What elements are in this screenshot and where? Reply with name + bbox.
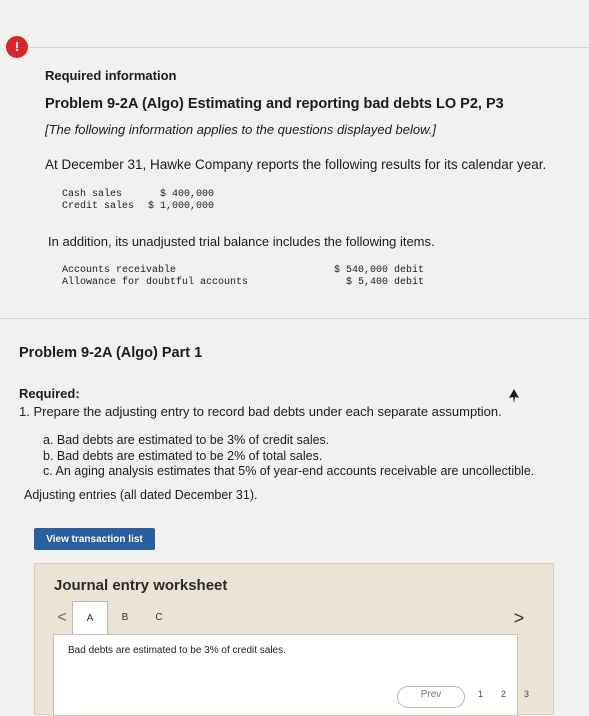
problem-title: Problem 9-2A (Algo) Estimating and repor… bbox=[45, 96, 504, 112]
page-number[interactable]: 1 bbox=[478, 689, 483, 699]
problem-intro: [The following information applies to th… bbox=[45, 122, 436, 137]
sales-label: Credit sales bbox=[62, 201, 135, 212]
worksheet-description: Bad debts are estimated to be 3% of cred… bbox=[68, 645, 286, 656]
sales-value: $ 400,000 bbox=[160, 189, 215, 200]
trial-balance-intro: In addition, its unadjusted trial balanc… bbox=[48, 234, 435, 249]
list-item: a. Bad debts are estimated to be 3% of c… bbox=[43, 433, 330, 447]
view-transaction-list-button[interactable]: View transaction list bbox=[34, 528, 155, 550]
chevron-right-icon[interactable]: > bbox=[509, 604, 529, 632]
part-title: Problem 9-2A (Algo) Part 1 bbox=[19, 345, 203, 361]
assumptions-list: a. Bad debts are estimated to be 3% of c… bbox=[43, 433, 534, 480]
table-row: Credit sales $ 1,000,000 bbox=[62, 201, 214, 213]
tab-b[interactable]: B bbox=[108, 602, 142, 633]
required-item: 1. Prepare the adjusting entry to record… bbox=[19, 404, 502, 419]
journal-entry-worksheet: Journal entry worksheet < A B C > Bad de… bbox=[34, 563, 554, 716]
page-number[interactable]: 2 bbox=[501, 689, 506, 699]
trial-label: Allowance for doubtful accounts bbox=[62, 277, 249, 288]
page-number[interactable]: 3 bbox=[524, 689, 529, 699]
tab-c[interactable]: C bbox=[142, 602, 176, 633]
pagination: 1 2 3 bbox=[478, 689, 547, 699]
problem-paragraph: At December 31, Hawke Company reports th… bbox=[45, 157, 547, 172]
trial-balance-table: Accounts receivable $ 540,000 debit Allo… bbox=[62, 265, 424, 289]
list-item: b. Bad debts are estimated to be 2% of t… bbox=[43, 448, 323, 463]
trial-label: Accounts receivable bbox=[62, 265, 177, 276]
tab-a[interactable]: A bbox=[72, 600, 108, 635]
table-row: Accounts receivable $ 540,000 debit bbox=[62, 265, 424, 277]
worksheet-title: Journal entry worksheet bbox=[54, 577, 228, 594]
sales-table: Cash sales $ 400,000 Credit sales $ 1,00… bbox=[62, 189, 214, 213]
worksheet-tab-bar: < A B C bbox=[52, 600, 176, 635]
prev-button[interactable]: Prev bbox=[397, 686, 465, 708]
top-divider bbox=[30, 47, 589, 48]
chevron-left-icon[interactable]: < bbox=[52, 601, 72, 634]
list-item: c. An aging analysis estimates that 5% o… bbox=[43, 464, 535, 478]
alert-icon: ! bbox=[6, 36, 28, 58]
table-row: Allowance for doubtful accounts $ 5,400 … bbox=[62, 277, 424, 289]
sales-label: Cash sales bbox=[62, 189, 123, 200]
section-divider bbox=[0, 318, 589, 319]
adjusting-entries-note: Adjusting entries (all dated December 31… bbox=[24, 488, 258, 502]
required-label: Required: bbox=[19, 386, 80, 401]
table-row: Cash sales $ 400,000 bbox=[62, 189, 214, 201]
trial-value: $ 540,000 debit bbox=[333, 265, 424, 276]
trial-value: $ 5,400 debit bbox=[345, 277, 424, 288]
mouse-cursor-icon bbox=[509, 389, 519, 403]
required-information-heading: Required information bbox=[45, 68, 177, 83]
sales-value: $ 1,000,000 bbox=[148, 201, 215, 212]
